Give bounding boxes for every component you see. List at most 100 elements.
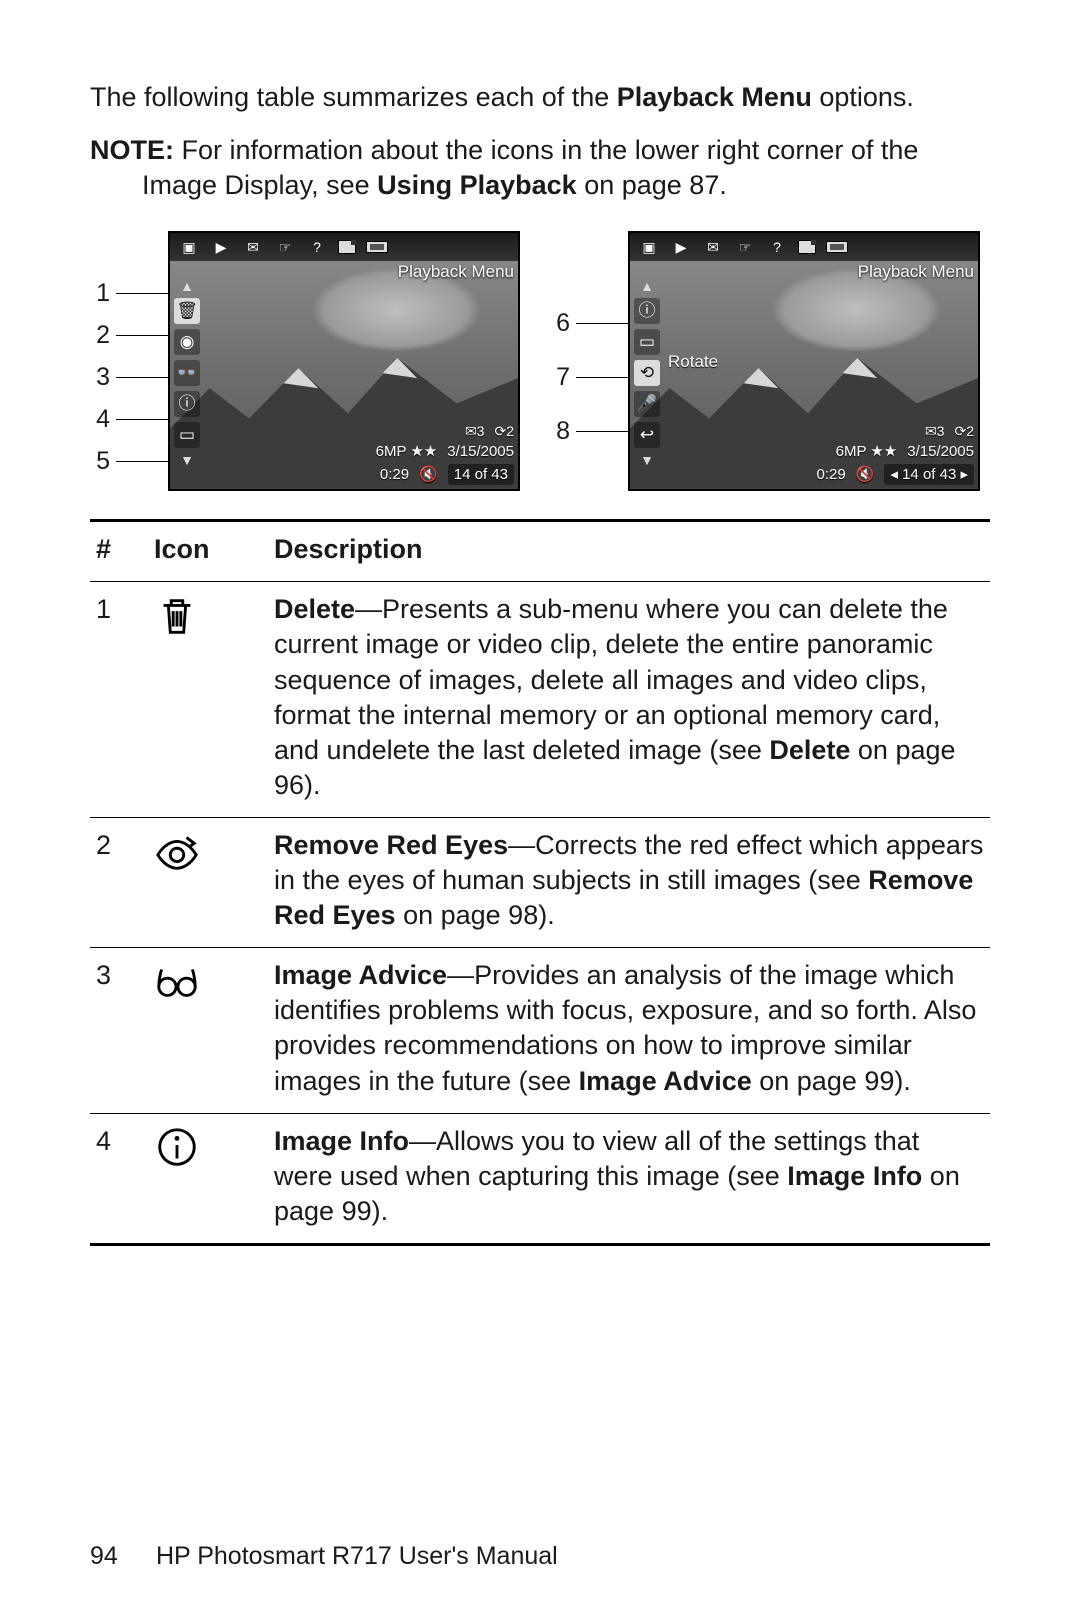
help-icon: ?: [766, 238, 788, 256]
scroll-down-icon: ▼: [180, 453, 194, 467]
callout-leader: [116, 461, 168, 462]
help-icon: ?: [306, 238, 328, 256]
col-head-num: #: [90, 521, 148, 582]
sd-icon: [338, 240, 356, 254]
lcd-selected-label: Rotate: [668, 351, 718, 373]
osd-mail-count: ✉3: [925, 422, 945, 440]
callout-leader: [116, 419, 168, 420]
menu-redeye-icon: ◉: [174, 329, 200, 355]
cell-desc: Image Info—Allows you to view all of the…: [268, 1113, 990, 1244]
callout-leader: [116, 293, 168, 294]
camera-icon: ▣: [638, 238, 660, 256]
col-head-desc: Description: [268, 521, 990, 582]
callout: 1: [90, 277, 168, 310]
footer-title: HP Photosmart R717 User's Manual: [156, 1540, 558, 1573]
osd-date: 3/15/2005: [907, 442, 974, 462]
table-header-row: # Icon Description: [90, 521, 990, 582]
table-row: 2 Remove Red Eyes—Corrects the red effec…: [90, 817, 990, 947]
camera-icon: ▣: [178, 238, 200, 256]
manual-page: The following table summarizes each of t…: [0, 0, 1080, 1620]
lcd-title: Playback Menu: [858, 261, 974, 283]
intro-pre: The following table summarizes each of t…: [90, 82, 617, 112]
callout-num: 6: [550, 307, 570, 340]
row-tail: on page 99).: [752, 1066, 911, 1096]
osd-time: 0:29: [380, 465, 409, 485]
lcd-osd: ✉3⟳2 6MP ★★3/15/2005 0:29🔇◂ 14 of 43 ▸: [668, 422, 974, 485]
table-row: 3 Image Advice—Provides an analysis of t…: [90, 948, 990, 1113]
table-row: 4 Image Info—Allows you to view all of t…: [90, 1113, 990, 1244]
glasses-icon: [148, 948, 268, 1113]
note-label: NOTE:: [90, 135, 174, 165]
col-head-icon: Icon: [148, 521, 268, 582]
menu-info-icon: ⓘ: [634, 298, 660, 324]
callout-leader: [576, 323, 628, 324]
note-ref: Using Playback: [377, 170, 577, 200]
info-icon: [148, 1113, 268, 1244]
cell-num: 2: [90, 817, 148, 947]
callout: 8: [550, 415, 628, 448]
mail-icon: ✉: [242, 238, 264, 256]
callout-num: 2: [90, 319, 110, 352]
lcd-title: Playback Menu: [398, 261, 514, 283]
osd-mail-count: ✉3: [465, 422, 485, 440]
lcd-screen: ▣ ▶ ✉ ☞ ? Playback Menu ▲ 🗑 ◉ 👓 ⓘ ▭ ▼: [168, 231, 520, 491]
menu-frame-icon: ▭: [634, 329, 660, 355]
callout-leader: [576, 431, 628, 432]
cell-desc: Image Advice—Provides an analysis of the…: [268, 948, 990, 1113]
callouts-left: 1 2 3 4 5: [90, 231, 168, 491]
callout: 3: [90, 361, 168, 394]
osd-date: 3/15/2005: [447, 442, 514, 462]
menu-mic-icon: 🎤: [634, 391, 660, 417]
osd-print-count: ⟳2: [954, 422, 974, 440]
lcd-topbar: ▣ ▶ ✉ ☞ ?: [630, 233, 978, 261]
options-table: # Icon Description 1 Delete—Presents a s…: [90, 519, 990, 1246]
page-number: 94: [90, 1540, 130, 1573]
hand-icon: ☞: [734, 238, 756, 256]
battery-icon: [826, 241, 848, 253]
scroll-up-icon: ▲: [640, 279, 654, 293]
row-ref: Image Info: [787, 1161, 922, 1191]
lcd-screen: ▣ ▶ ✉ ☞ ? Playback Menu ▲ ⓘ ▭ ⟲ 🎤 ↩ ▼: [628, 231, 980, 491]
sd-icon: [798, 240, 816, 254]
play-icon: ▶: [210, 238, 232, 256]
cell-num: 4: [90, 1113, 148, 1244]
hand-icon: ☞: [274, 238, 296, 256]
callout-num: 5: [90, 445, 110, 478]
osd-res: 6MP ★★: [836, 442, 898, 462]
osd-counter: ◂ 14 of 43 ▸: [884, 464, 974, 486]
page-footer: 94 HP Photosmart R717 User's Manual: [90, 1540, 558, 1573]
callout-num: 1: [90, 277, 110, 310]
trash-icon: [148, 582, 268, 818]
mail-icon: ✉: [702, 238, 724, 256]
cell-desc: Remove Red Eyes—Corrects the red effect …: [268, 817, 990, 947]
lcd-osd: ✉3⟳2 6MP ★★3/15/2005 0:29🔇14 of 43: [208, 422, 514, 485]
callout-leader: [116, 335, 168, 336]
callout: 2: [90, 319, 168, 352]
screenshot-pair: 1 2 3 4 5 ▣ ▶ ✉ ☞: [90, 231, 990, 491]
intro-post: options.: [812, 82, 914, 112]
menu-glasses-icon: 👓: [174, 360, 200, 386]
osd-time: 0:29: [817, 465, 846, 485]
callout: 4: [90, 403, 168, 436]
menu-rotate-icon: ⟲: [634, 360, 660, 386]
menu-trash-icon: 🗑: [174, 298, 200, 324]
cell-num: 3: [90, 948, 148, 1113]
cell-num: 1: [90, 582, 148, 818]
callout-num: 3: [90, 361, 110, 394]
lcd-topbar: ▣ ▶ ✉ ☞ ?: [170, 233, 518, 261]
row-title: Image Info: [274, 1126, 409, 1156]
screenshot-right: 6 7 8 ▣ ▶ ✉ ☞ ?: [550, 231, 980, 491]
osd-counter: 14 of 43: [448, 464, 514, 486]
battery-icon: [366, 241, 388, 253]
row-title: Image Advice: [274, 960, 447, 990]
note-paragraph: NOTE: For information about the icons in…: [90, 133, 990, 203]
redeye-icon: [148, 817, 268, 947]
intro-bold: Playback Menu: [617, 82, 812, 112]
lcd-menu-column: ▲ 🗑 ◉ 👓 ⓘ ▭ ▼: [170, 277, 204, 489]
callout-num: 7: [550, 361, 570, 394]
scroll-down-icon: ▼: [640, 453, 654, 467]
callout: 6: [550, 307, 628, 340]
note-post: on page 87.: [577, 170, 727, 200]
screenshot-left: 1 2 3 4 5 ▣ ▶ ✉ ☞: [90, 231, 520, 491]
osd-res: 6MP ★★: [376, 442, 438, 462]
